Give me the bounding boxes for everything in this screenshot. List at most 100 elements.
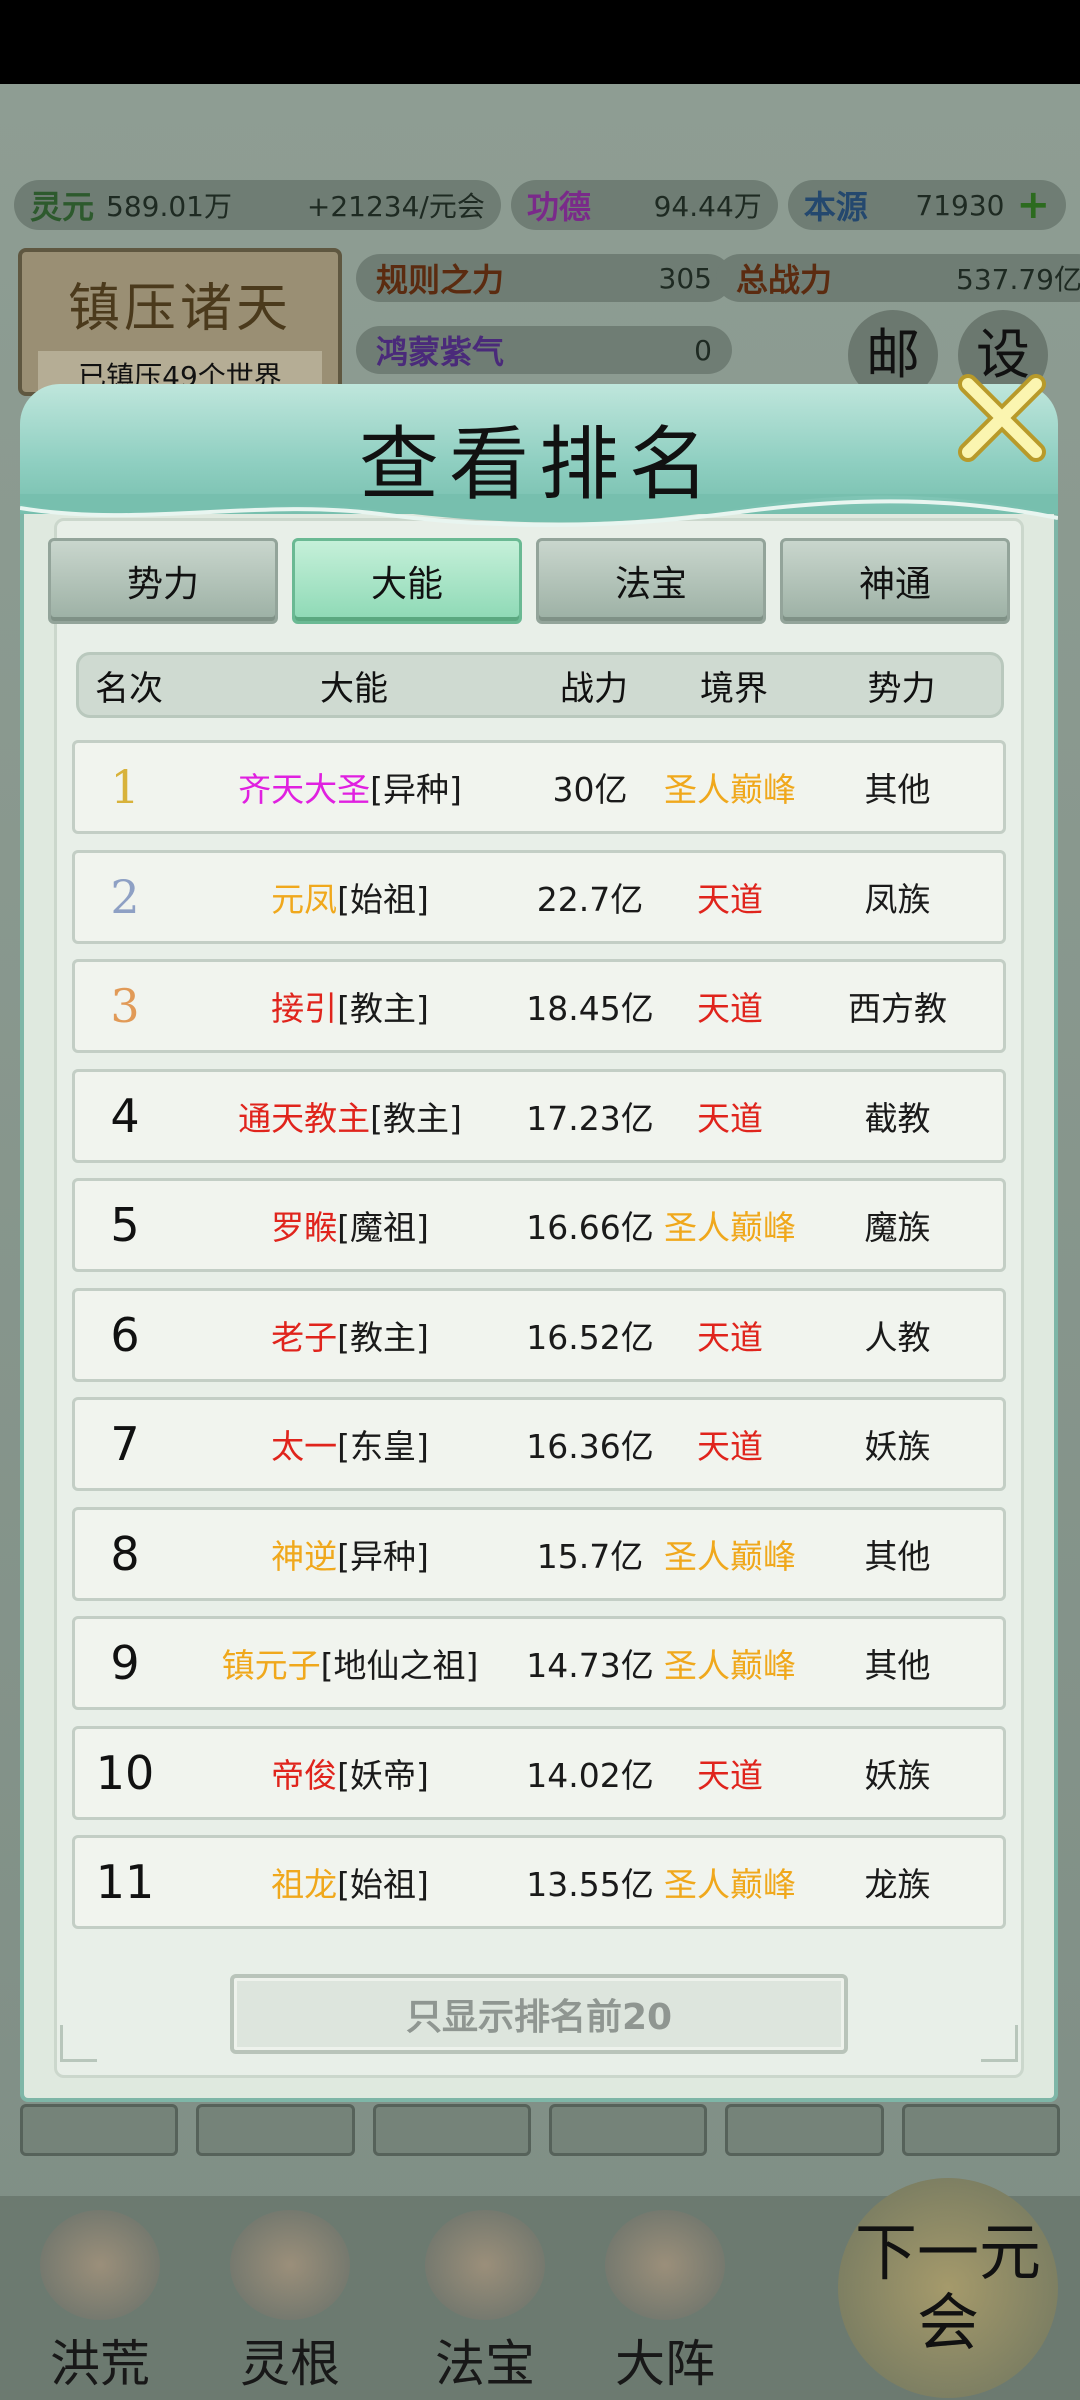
nav-label: 灵根 bbox=[240, 2335, 340, 2393]
hongmeng-value: 0 bbox=[694, 333, 712, 367]
row-realm: 天道 bbox=[697, 1427, 763, 1466]
nav-label: 法宝 bbox=[435, 2335, 535, 2393]
rules-value: 305 bbox=[658, 261, 712, 295]
row-name: 祖龙 bbox=[271, 1865, 338, 1904]
nav-dazhen[interactable]: 大阵 bbox=[585, 2210, 745, 2393]
table-row[interactable]: 9 镇元子 [地仙之祖] 14.73亿 圣人巅峰 其他 bbox=[72, 1616, 1006, 1710]
benyuan-label: 本源 bbox=[803, 188, 868, 226]
row-title: [地仙之祖] bbox=[320, 1646, 479, 1685]
row-faction: 妖族 bbox=[864, 1756, 931, 1795]
header-rank: 名次 bbox=[95, 668, 163, 709]
row-name: 帝俊 bbox=[271, 1756, 338, 1795]
mountain-icon bbox=[40, 2210, 160, 2320]
row-name-cell: 太一 [东皇] bbox=[175, 1400, 525, 1488]
rules-label: 规则之力 bbox=[376, 261, 505, 299]
row-faction: 截教 bbox=[864, 1099, 931, 1138]
status-bar bbox=[0, 0, 1080, 84]
row-rank: 4 bbox=[110, 1089, 140, 1143]
modal-header: 查看排名 bbox=[20, 374, 1058, 528]
row-name-cell: 通天教主 [教主] bbox=[175, 1072, 525, 1160]
next-era-button[interactable]: 下一元会 bbox=[838, 2178, 1058, 2398]
table-row[interactable]: 10 帝俊 [妖帝] 14.02亿 天道 妖族 bbox=[72, 1726, 1006, 1820]
row-title: [异种] bbox=[370, 770, 462, 809]
total-power-label: 总战力 bbox=[736, 261, 833, 299]
row-rank: 11 bbox=[95, 1855, 155, 1909]
row-title: [始祖] bbox=[337, 880, 429, 919]
row-realm: 天道 bbox=[697, 880, 763, 919]
nav-honghuang[interactable]: 洪荒 bbox=[20, 2210, 180, 2393]
table-row[interactable]: 1 齐天大圣 [异种] 30亿 圣人巅峰 其他 bbox=[72, 740, 1006, 834]
corner-ornament bbox=[981, 2025, 1018, 2062]
hongmeng-stat: 鸿蒙紫气 0 bbox=[356, 326, 732, 374]
nav-label: 洪荒 bbox=[50, 2335, 150, 2393]
row-title: [妖帝] bbox=[337, 1756, 429, 1795]
table-row[interactable]: 5 罗睺 [魔祖] 16.66亿 圣人巅峰 魔族 bbox=[72, 1178, 1006, 1272]
row-name: 元凤 bbox=[271, 880, 338, 919]
show-top20-button[interactable]: 只显示排名前20 bbox=[230, 1974, 848, 2054]
row-power: 14.73亿 bbox=[526, 1646, 654, 1685]
row-rank: 9 bbox=[110, 1636, 140, 1690]
row-name: 齐天大圣 bbox=[238, 770, 371, 809]
yinyang-icon bbox=[605, 2210, 725, 2320]
lingyuan-rate: +21234/元会 bbox=[306, 190, 485, 223]
row-name: 老子 bbox=[271, 1318, 338, 1357]
table-row[interactable]: 11 祖龙 [始祖] 13.55亿 圣人巅峰 龙族 bbox=[72, 1835, 1006, 1929]
row-name-cell: 罗睺 [魔祖] bbox=[175, 1181, 525, 1269]
nav-fabao[interactable]: 法宝 bbox=[405, 2210, 565, 2393]
row-title: [教主] bbox=[370, 1099, 462, 1138]
row-rank: 3 bbox=[110, 979, 140, 1033]
row-rank: 7 bbox=[110, 1417, 140, 1471]
row-realm: 天道 bbox=[697, 1756, 763, 1795]
row-faction: 妖族 bbox=[864, 1427, 931, 1466]
lingyuan-resource: 灵元 589.01万 +21234/元会 bbox=[14, 180, 501, 230]
row-faction: 凤族 bbox=[864, 880, 931, 919]
row-faction: 魔族 bbox=[864, 1208, 931, 1247]
slot-row bbox=[20, 2104, 1060, 2156]
table-header: 名次 大能 战力 境界 势力 bbox=[76, 652, 1004, 718]
table-row[interactable]: 6 老子 [教主] 16.52亿 天道 人教 bbox=[72, 1288, 1006, 1382]
row-faction: 龙族 bbox=[864, 1865, 931, 1904]
row-name: 太一 bbox=[271, 1427, 338, 1466]
row-name: 神逆 bbox=[271, 1537, 338, 1576]
header-faction: 势力 bbox=[867, 668, 936, 709]
row-power: 16.52亿 bbox=[526, 1318, 654, 1357]
benyuan-resource: 本源 71930 + bbox=[787, 180, 1066, 230]
lingyuan-value: 589.01万 bbox=[106, 190, 232, 223]
tab-treasure[interactable]: 法宝 bbox=[536, 538, 766, 624]
table-row[interactable]: 7 太一 [东皇] 16.36亿 天道 妖族 bbox=[72, 1397, 1006, 1491]
nav-linggen[interactable]: 灵根 bbox=[210, 2210, 370, 2393]
gongde-resource: 功德 94.44万 bbox=[510, 180, 778, 230]
close-icon[interactable] bbox=[954, 370, 1050, 466]
modal-title: 查看排名 bbox=[359, 418, 719, 511]
table-row[interactable]: 3 接引 [教主] 18.45亿 天道 西方教 bbox=[72, 959, 1006, 1053]
tab-divine-ability[interactable]: 神通 bbox=[780, 538, 1010, 624]
row-name: 接引 bbox=[271, 989, 338, 1028]
suppress-worlds-banner[interactable]: 镇压诸天 已镇压49个世界 bbox=[18, 248, 342, 399]
table-row[interactable]: 2 元凤 [始祖] 22.7亿 天道 凤族 bbox=[72, 850, 1006, 944]
tab-faction[interactable]: 势力 bbox=[48, 538, 278, 624]
row-title: [异种] bbox=[337, 1537, 429, 1576]
row-power: 17.23亿 bbox=[526, 1099, 654, 1138]
lingyuan-label: 灵元 bbox=[30, 188, 95, 226]
gongde-value: 94.44万 bbox=[653, 190, 762, 223]
ranking-list[interactable]: 1 齐天大圣 [异种] 30亿 圣人巅峰 其他 2 元凤 [始祖] 22.7亿 天道 凤族 3 接引 [教主… bbox=[72, 740, 1008, 1946]
row-rank: 8 bbox=[110, 1527, 140, 1581]
row-name-cell: 老子 [教主] bbox=[175, 1291, 525, 1379]
row-name-cell: 神逆 [异种] bbox=[175, 1510, 525, 1598]
table-row[interactable]: 4 通天教主 [教主] 17.23亿 天道 截教 bbox=[72, 1069, 1006, 1163]
benyuan-value: 71930 bbox=[915, 188, 1005, 222]
row-power: 16.66亿 bbox=[526, 1208, 654, 1247]
total-power-stat: 总战力 537.79亿 bbox=[716, 254, 1080, 302]
add-icon[interactable]: + bbox=[1016, 182, 1050, 228]
gongde-label: 功德 bbox=[526, 188, 591, 226]
row-name: 罗睺 bbox=[271, 1208, 338, 1247]
row-realm: 圣人巅峰 bbox=[664, 1646, 796, 1685]
row-realm: 圣人巅峰 bbox=[664, 1208, 796, 1247]
row-name-cell: 接引 [教主] bbox=[175, 962, 525, 1050]
row-name: 通天教主 bbox=[238, 1099, 371, 1138]
table-row[interactable]: 8 神逆 [异种] 15.7亿 圣人巅峰 其他 bbox=[72, 1507, 1006, 1601]
lotus-icon bbox=[230, 2210, 350, 2320]
tab-great-power[interactable]: 大能 bbox=[292, 538, 522, 624]
row-rank: 6 bbox=[110, 1308, 140, 1362]
row-realm: 圣人巅峰 bbox=[664, 1537, 796, 1576]
